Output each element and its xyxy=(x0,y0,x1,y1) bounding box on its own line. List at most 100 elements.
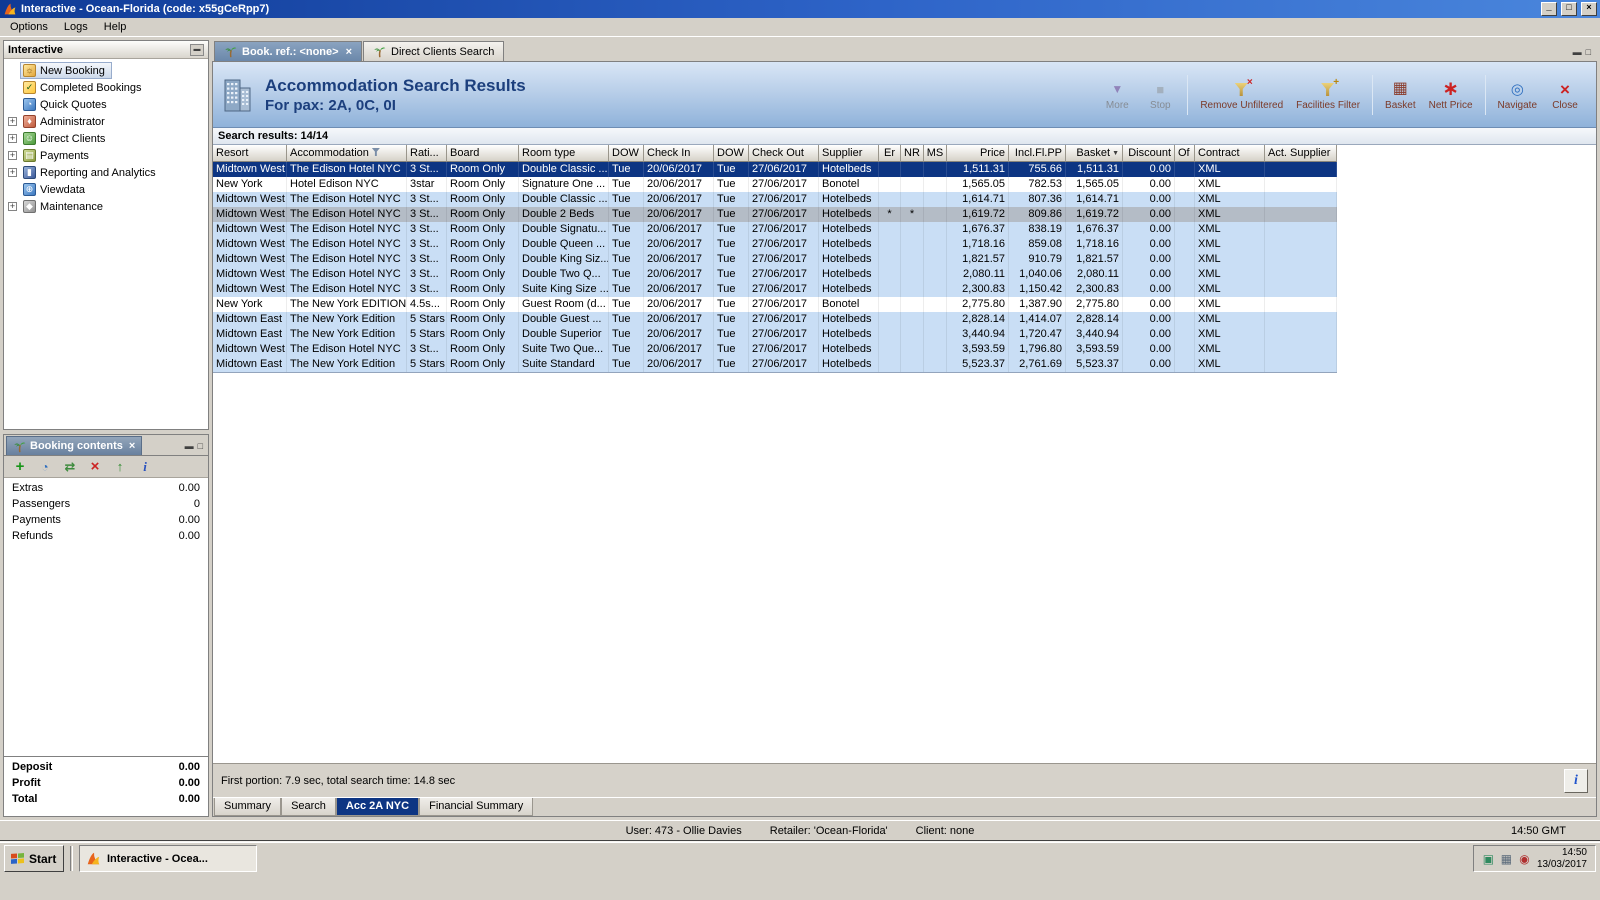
column-header-rati[interactable]: Rati... xyxy=(407,145,447,162)
tool-navigate[interactable]: ◎ Navigate xyxy=(1492,69,1543,121)
tab-book-ref-none[interactable]: Book. ref.: <none> × xyxy=(214,41,363,61)
menu-help[interactable]: Help xyxy=(96,19,135,35)
alert-icon[interactable]: ◉ xyxy=(1518,852,1531,865)
table-row[interactable]: Midtown West The Edison Hotel NYC 3 St... R… xyxy=(213,282,1337,297)
booking-row-value: 0.00 xyxy=(178,482,200,494)
column-header-accommodation[interactable]: Accommodation xyxy=(287,145,407,162)
clock-icon[interactable]: ◔ xyxy=(37,459,53,475)
table-cell xyxy=(901,357,924,372)
view-close-icon[interactable]: × xyxy=(129,440,135,452)
table-row[interactable]: New York Hotel Edison NYC 3star Room Only Si… xyxy=(213,177,1337,192)
table-row[interactable]: Midtown West The Edison Hotel NYC 3 St... R… xyxy=(213,252,1337,267)
menu-options[interactable]: Options xyxy=(2,19,56,35)
table-row[interactable]: Midtown East The New York Edition 5 Stars R… xyxy=(213,327,1337,342)
close-button[interactable]: × xyxy=(1581,2,1597,16)
info-button[interactable]: i xyxy=(1564,768,1588,793)
table-row[interactable]: Midtown West The Edison Hotel NYC 3 St... R… xyxy=(213,267,1337,282)
table-cell: 3 St... xyxy=(407,237,447,252)
maximize-button[interactable]: □ xyxy=(1561,2,1577,16)
booking-contents-tab[interactable]: Booking contents × xyxy=(6,436,143,455)
bottom-tab-financial-summary[interactable]: Financial Summary xyxy=(419,798,534,816)
table-row[interactable]: Midtown East The New York Edition 5 Stars R… xyxy=(213,312,1337,327)
table-cell xyxy=(924,267,947,282)
column-header-check-out[interactable]: Check Out xyxy=(749,145,819,162)
column-header-nr[interactable]: NR xyxy=(901,145,924,162)
tab-close-icon[interactable]: × xyxy=(346,46,352,58)
bottom-tab-acc-2a-nyc[interactable]: Acc 2A NYC xyxy=(335,798,420,816)
column-header-er[interactable]: Er xyxy=(879,145,901,162)
menu-logs[interactable]: Logs xyxy=(56,19,96,35)
table-row[interactable]: Midtown West The Edison Hotel NYC 3 St... R… xyxy=(213,207,1337,222)
column-header-act-supplier[interactable]: Act. Supplier xyxy=(1265,145,1337,162)
sidebar-item-reporting-and-analytics[interactable]: + ▮ Reporting and Analytics xyxy=(4,164,208,181)
column-header-supplier[interactable]: Supplier xyxy=(819,145,879,162)
table-row[interactable]: Midtown West The Edison Hotel NYC 3 St... R… xyxy=(213,237,1337,252)
table-cell: 0.00 xyxy=(1123,192,1175,207)
column-header-room-type[interactable]: Room type xyxy=(519,145,609,162)
tool-remove-unfiltered[interactable]: × Remove Unfiltered xyxy=(1194,69,1289,121)
column-header-resort[interactable]: Resort xyxy=(213,145,287,162)
start-button[interactable]: Start xyxy=(4,845,64,872)
sidebar-item-quick-quotes[interactable]: ◔ Quick Quotes xyxy=(4,96,208,113)
sidebar-item-administrator[interactable]: + ♦ Administrator xyxy=(4,113,208,130)
filter-icon[interactable] xyxy=(369,147,380,159)
tool-basket[interactable]: ▦ Basket xyxy=(1379,69,1422,121)
table-cell: 20/06/2017 xyxy=(644,297,714,312)
expander-icon[interactable]: + xyxy=(8,202,17,211)
expander-icon[interactable]: + xyxy=(8,151,17,160)
sidebar-item-new-booking[interactable]: ☼ New Booking xyxy=(4,62,208,79)
bottom-tab-summary[interactable]: Summary xyxy=(214,798,282,816)
column-header-check-in[interactable]: Check In xyxy=(644,145,714,162)
title-bar[interactable]: Interactive - Ocean-Florida (code: x55gC… xyxy=(0,0,1600,18)
tool-label: Nett Price xyxy=(1428,100,1473,111)
sidebar-item-completed-bookings[interactable]: ✓ Completed Bookings xyxy=(4,79,208,96)
table-cell: Room Only xyxy=(447,342,519,357)
column-header-incl-fl-pp[interactable]: Incl.Fl.PP xyxy=(1009,145,1066,162)
add-icon[interactable]: + xyxy=(12,459,28,475)
tool-facilities-filter[interactable]: + Facilities Filter xyxy=(1290,69,1366,121)
sidebar-item-viewdata[interactable]: ⊕ Viewdata xyxy=(4,181,208,198)
column-header-of[interactable]: Of xyxy=(1175,145,1195,162)
display-icon[interactable]: ▦ xyxy=(1500,852,1513,865)
column-header-ms[interactable]: MS xyxy=(924,145,947,162)
grid-filler xyxy=(213,373,1596,763)
table-cell xyxy=(901,312,924,327)
panel-minimize-icon[interactable]: ▬ xyxy=(190,43,204,56)
booking-view-tabbar: Booking contents × ▬ □ xyxy=(4,435,208,456)
view-minimize-icon[interactable]: ▬ xyxy=(185,441,194,451)
delete-icon[interactable]: × xyxy=(87,459,103,475)
info-icon[interactable]: i xyxy=(137,459,153,475)
table-row[interactable]: Midtown West The Edison Hotel NYC 3 St... R… xyxy=(213,342,1337,357)
view-restore-icon[interactable]: □ xyxy=(198,441,203,451)
column-header-dow[interactable]: DOW xyxy=(609,145,644,162)
column-header-dow[interactable]: DOW xyxy=(714,145,749,162)
column-header-contract[interactable]: Contract xyxy=(1195,145,1265,162)
export-icon[interactable]: ↑ xyxy=(112,459,128,475)
tool-close[interactable]: × Close xyxy=(1544,69,1586,121)
transfer-icon[interactable]: ⇄ xyxy=(62,459,78,475)
sidebar-item-direct-clients[interactable]: + ☺ Direct Clients xyxy=(4,130,208,147)
expander-icon[interactable]: + xyxy=(8,117,17,126)
network-icon[interactable]: ▣ xyxy=(1482,852,1495,865)
tab-direct-clients-search[interactable]: Direct Clients Search xyxy=(363,41,505,61)
expander-icon[interactable]: + xyxy=(8,134,17,143)
sidebar-item-payments[interactable]: + ▤ Payments xyxy=(4,147,208,164)
minimize-button[interactable]: _ xyxy=(1541,2,1557,16)
table-row[interactable]: New York The New York EDITION 4.5s... Room … xyxy=(213,297,1337,312)
taskbar-task[interactable]: Interactive - Ocea... xyxy=(79,845,257,872)
tabbar-minimize-icon[interactable]: ▬ xyxy=(1573,47,1582,57)
tabbar-restore-icon[interactable]: □ xyxy=(1586,47,1591,57)
table-cell: XML xyxy=(1195,177,1265,192)
column-header-price[interactable]: Price xyxy=(947,145,1009,162)
bottom-tab-search[interactable]: Search xyxy=(281,798,336,816)
column-header-basket[interactable]: Basket ▼ xyxy=(1066,145,1123,162)
table-row[interactable]: Midtown East The New York Edition 5 Stars R… xyxy=(213,357,1337,372)
expander-icon[interactable]: + xyxy=(8,168,17,177)
table-row[interactable]: Midtown West The Edison Hotel NYC 3 St... R… xyxy=(213,192,1337,207)
column-header-board[interactable]: Board xyxy=(447,145,519,162)
table-row[interactable]: Midtown West The Edison Hotel NYC 3 St... R… xyxy=(213,162,1337,177)
sidebar-item-maintenance[interactable]: + ◆ Maintenance xyxy=(4,198,208,215)
tool-nett-price[interactable]: ∗ Nett Price xyxy=(1423,69,1479,121)
column-header-discount[interactable]: Discount xyxy=(1123,145,1175,162)
table-row[interactable]: Midtown West The Edison Hotel NYC 3 St... R… xyxy=(213,222,1337,237)
